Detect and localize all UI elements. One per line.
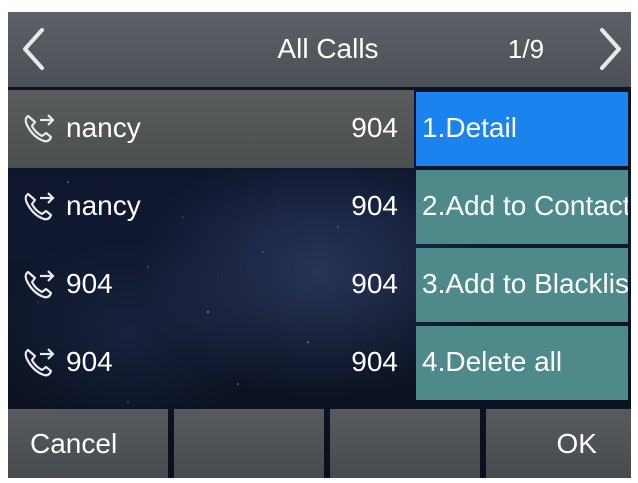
menu-item-add-to-blacklist[interactable]: 3.Add to Blacklist <box>416 248 628 322</box>
call-name: 904 <box>66 346 113 377</box>
call-row[interactable]: 904 904 <box>8 324 414 402</box>
call-number: 904 <box>351 268 398 299</box>
menu-item-add-to-contacts[interactable]: 2.Add to Contacts <box>416 170 628 244</box>
outgoing-call-icon <box>24 114 55 143</box>
title-bar: All Calls 1/9 <box>8 12 631 87</box>
call-number: 904 <box>351 346 398 377</box>
outgoing-call-icon <box>24 192 55 221</box>
call-row[interactable]: nancy 904 <box>8 168 414 246</box>
call-name: nancy <box>66 112 141 143</box>
call-row[interactable]: 904 904 <box>8 246 414 324</box>
menu-item-delete-all[interactable]: 4.Delete all <box>416 326 628 400</box>
menu-item-label: 3.Add to Blacklist <box>422 268 628 299</box>
softkey-2[interactable] <box>174 409 324 478</box>
page-indicator: 1/9 <box>507 34 545 64</box>
menu-item-detail[interactable]: 1.Detail <box>416 92 628 166</box>
ok-button[interactable]: OK <box>486 409 631 478</box>
cancel-button[interactable]: Cancel <box>8 409 168 478</box>
chevron-left-icon[interactable] <box>18 26 48 72</box>
call-number: 904 <box>351 190 398 221</box>
softkey-bar: Cancel OK <box>8 409 631 478</box>
softkey-3[interactable] <box>330 409 480 478</box>
outgoing-call-icon <box>24 270 55 299</box>
chevron-right-icon[interactable] <box>596 26 626 72</box>
menu-item-label: 4.Delete all <box>422 346 563 377</box>
call-name: 904 <box>66 268 113 299</box>
phone-screen: All Calls 1/9 nancy 904 nancy 904 904 90… <box>8 12 631 478</box>
call-name: nancy <box>66 190 141 221</box>
call-number: 904 <box>351 112 398 143</box>
outgoing-call-icon <box>24 348 55 377</box>
menu-item-label: 2.Add to Contacts <box>422 190 628 221</box>
call-row[interactable]: nancy 904 <box>8 90 414 168</box>
menu-item-label: 1.Detail <box>422 112 517 143</box>
page-title: All Calls <box>277 33 379 64</box>
